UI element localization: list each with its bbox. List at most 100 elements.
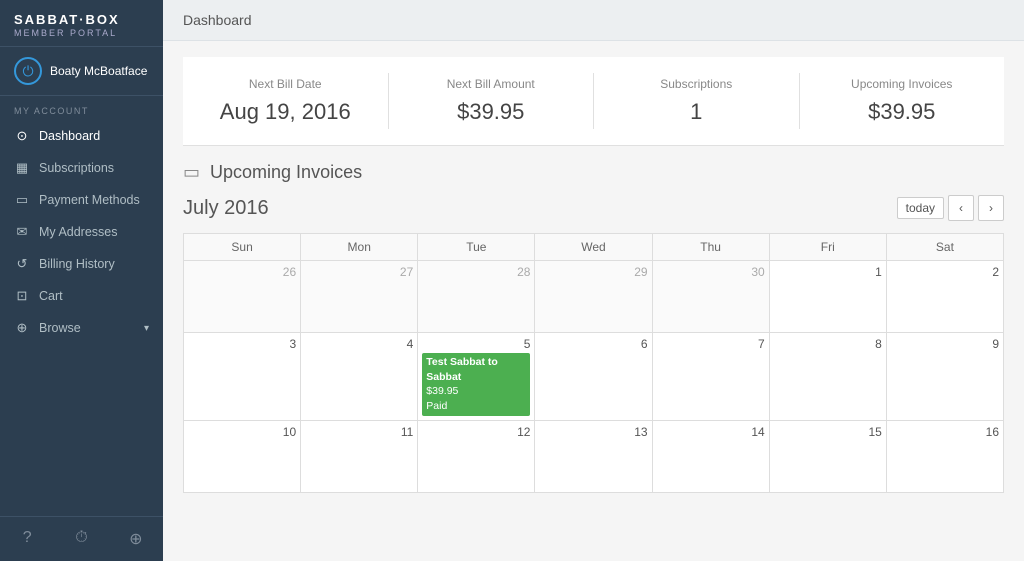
day-number: 9 <box>891 337 999 351</box>
day-number: 6 <box>539 337 647 351</box>
calendar-day-cell[interactable]: 13 <box>535 420 652 492</box>
calendar-day-cell[interactable]: 27 <box>301 261 418 333</box>
logo-sub: MEMBER PORTAL <box>14 28 149 38</box>
day-number: 11 <box>305 425 413 439</box>
calendar-day-cell[interactable]: 1 <box>769 261 886 333</box>
day-number: 2 <box>891 265 999 279</box>
calendar-day-cell[interactable]: 10 <box>184 420 301 492</box>
subscriptions-icon: ▦ <box>14 160 30 176</box>
logo-main: SABBAT·BOX <box>14 12 149 27</box>
user-avatar-icon: ⏻ <box>14 57 42 85</box>
prev-month-button[interactable]: ‹ <box>948 195 974 221</box>
day-number: 29 <box>539 265 647 279</box>
calendar-day-cell[interactable]: 9 <box>886 333 1003 421</box>
day-number: 28 <box>422 265 530 279</box>
calendar-day-cell[interactable]: 28 <box>418 261 535 333</box>
sidebar-item-subscriptions[interactable]: ▦ Subscriptions <box>0 152 163 184</box>
day-number: 10 <box>188 425 296 439</box>
calendar-day-cell[interactable]: 11 <box>301 420 418 492</box>
calendar-day-cell[interactable]: 30 <box>652 261 769 333</box>
sidebar-item-dashboard[interactable]: ⊙ Dashboard <box>0 120 163 152</box>
today-button[interactable]: today <box>897 197 944 219</box>
day-number: 1 <box>774 265 882 279</box>
event-title: Test Sabbat to Sabbat <box>426 355 526 384</box>
day-number: 15 <box>774 425 882 439</box>
content-area: Next Bill Date Aug 19, 2016 Next Bill Am… <box>163 41 1024 561</box>
day-number: 5 <box>422 337 530 351</box>
page-title: Dashboard <box>183 12 252 28</box>
calendar-day-cell[interactable]: 3 <box>184 333 301 421</box>
calendar-week-row: 10 11 12 13 14 15 16 <box>184 420 1004 492</box>
calendar-grid: Sun Mon Tue Wed Thu Fri Sat 262728293012… <box>183 233 1004 493</box>
calendar-event[interactable]: Test Sabbat to Sabbat$39.95Paid <box>422 353 530 416</box>
day-number: 16 <box>891 425 999 439</box>
calendar-day-cell[interactable]: 5 Test Sabbat to Sabbat$39.95Paid <box>418 333 535 421</box>
calendar-day-cell[interactable]: 4 <box>301 333 418 421</box>
calendar-day-cell[interactable]: 26 <box>184 261 301 333</box>
calendar-month-label: July 2016 <box>183 197 269 220</box>
stat-label: Upcoming Invoices <box>820 77 985 91</box>
sidebar-item-label: My Addresses <box>39 225 149 239</box>
sidebar-section-label: MY ACCOUNT <box>0 96 163 120</box>
day-number: 8 <box>774 337 882 351</box>
day-header-sat: Sat <box>886 234 1003 261</box>
calendar-week-row: 26 27 28 29 30 12 <box>184 261 1004 333</box>
dashboard-icon: ⊙ <box>14 128 30 144</box>
help-button[interactable]: ? <box>0 525 54 553</box>
stat-value: $39.95 <box>409 99 574 125</box>
day-number: 30 <box>657 265 765 279</box>
stat-next-bill-amount: Next Bill Amount $39.95 <box>389 73 595 129</box>
addresses-icon: ✉ <box>14 224 30 240</box>
calendar-day-cell[interactable]: 15 <box>769 420 886 492</box>
sidebar-logo: SABBAT·BOX MEMBER PORTAL <box>0 0 163 47</box>
day-header-tue: Tue <box>418 234 535 261</box>
stats-bar: Next Bill Date Aug 19, 2016 Next Bill Am… <box>183 57 1004 146</box>
calendar-nav-controls: today ‹ › <box>897 195 1004 221</box>
calendar-day-cell[interactable]: 14 <box>652 420 769 492</box>
stat-next-bill-date: Next Bill Date Aug 19, 2016 <box>183 73 389 129</box>
stat-label: Next Bill Amount <box>409 77 574 91</box>
calendar-nav: July 2016 today ‹ › <box>183 195 1004 221</box>
stat-upcoming-invoices: Upcoming Invoices $39.95 <box>800 73 1005 129</box>
calendar-day-cell[interactable]: 16 <box>886 420 1003 492</box>
day-header-mon: Mon <box>301 234 418 261</box>
cart-icon: ⊡ <box>14 288 30 304</box>
sidebar-item-label: Billing History <box>39 257 149 271</box>
stat-value: Aug 19, 2016 <box>203 99 368 125</box>
day-number: 14 <box>657 425 765 439</box>
stat-label: Subscriptions <box>614 77 779 91</box>
sidebar-item-cart[interactable]: ⊡ Cart <box>0 280 163 312</box>
next-month-button[interactable]: › <box>978 195 1004 221</box>
sidebar-item-label: Dashboard <box>39 129 149 143</box>
section-title: Upcoming Invoices <box>210 162 362 183</box>
billing-icon: ↺ <box>14 256 30 272</box>
calendar-day-cell[interactable]: 29 <box>535 261 652 333</box>
day-number: 7 <box>657 337 765 351</box>
stat-subscriptions: Subscriptions 1 <box>594 73 800 129</box>
day-number: 12 <box>422 425 530 439</box>
day-number: 26 <box>188 265 296 279</box>
sidebar-item-label: Subscriptions <box>39 161 149 175</box>
day-header-wed: Wed <box>535 234 652 261</box>
calendar-day-cell[interactable]: 6 <box>535 333 652 421</box>
calendar-day-cell[interactable]: 8 <box>769 333 886 421</box>
clock-button[interactable]: ⏱ <box>54 525 108 553</box>
sidebar-item-payment-methods[interactable]: ▭ Payment Methods <box>0 184 163 216</box>
stat-value: $39.95 <box>820 99 985 125</box>
signout-button[interactable]: ⊕ <box>109 525 163 553</box>
sidebar-item-label: Cart <box>39 289 149 303</box>
main-content: Dashboard Next Bill Date Aug 19, 2016 Ne… <box>163 0 1024 561</box>
sidebar-item-label: Browse <box>39 321 135 335</box>
upcoming-invoices-header: ▭ Upcoming Invoices <box>163 162 1024 195</box>
event-status: Paid <box>426 399 526 414</box>
browse-chevron-icon: ▾ <box>144 323 149 334</box>
calendar-day-cell[interactable]: 2 <box>886 261 1003 333</box>
calendar-day-cell[interactable]: 7 <box>652 333 769 421</box>
sidebar-item-label: Payment Methods <box>39 193 149 207</box>
calendar-day-cell[interactable]: 12 <box>418 420 535 492</box>
day-header-fri: Fri <box>769 234 886 261</box>
sidebar-item-my-addresses[interactable]: ✉ My Addresses <box>0 216 163 248</box>
sidebar-item-browse[interactable]: ⊕ Browse ▾ <box>0 312 163 344</box>
sidebar-item-billing-history[interactable]: ↺ Billing History <box>0 248 163 280</box>
sidebar-footer: ? ⏱ ⊕ <box>0 516 163 561</box>
